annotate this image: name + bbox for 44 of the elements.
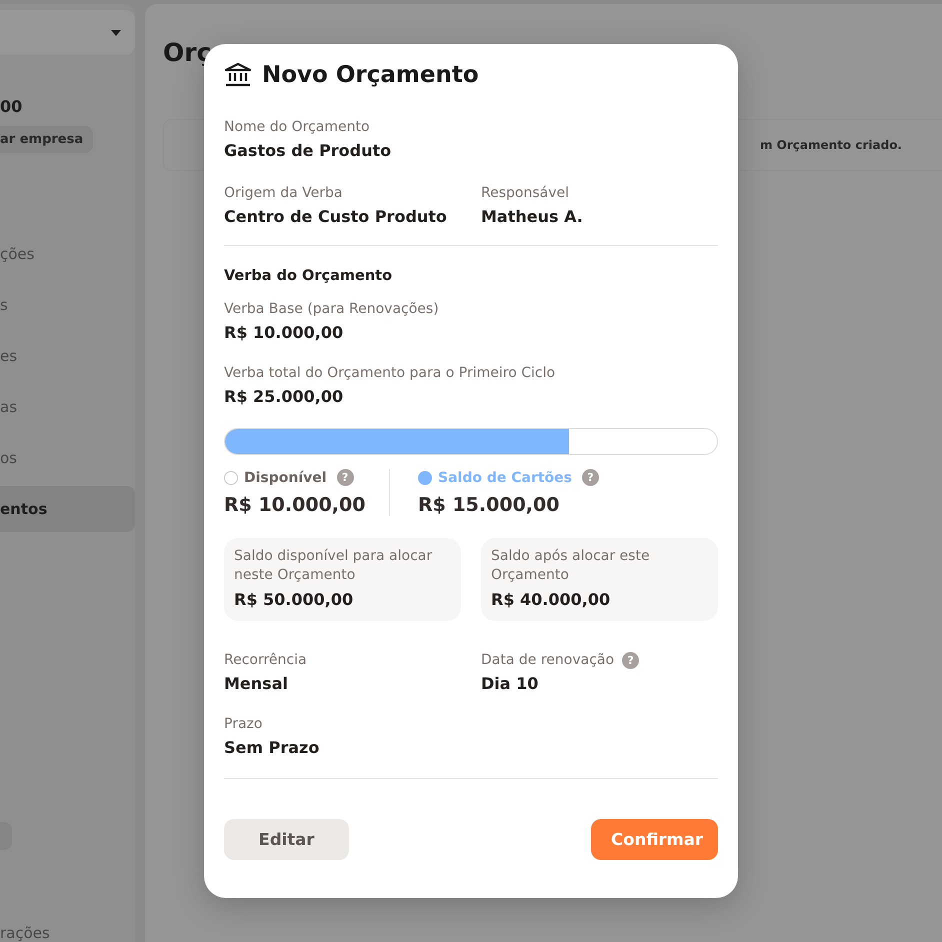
field-label: Nome do Orçamento <box>224 118 371 137</box>
field-value: R$ 25.000,00 <box>224 386 344 408</box>
nav-item[interactable]: es <box>0 333 135 380</box>
help-icon[interactable]: ? <box>582 469 599 486</box>
field-label: Verba Base (para Renovações) <box>224 300 440 319</box>
section-title: Verba do Orçamento <box>224 268 394 284</box>
nav-item[interactable]: as <box>0 384 135 430</box>
field-label: Prazo <box>224 715 264 734</box>
field-label: Responsável <box>481 184 570 203</box>
card-label: Saldo após alocar este Orçamento <box>491 547 651 585</box>
card-value: R$ 40.000,00 <box>491 589 612 611</box>
field-value: Sem Prazo <box>224 737 320 759</box>
field-value: Gastos de Produto <box>224 140 392 162</box>
notice-text: m Orçamento criado. <box>760 138 902 152</box>
bank-icon <box>224 62 252 88</box>
field-label: Data de renovação <box>481 651 614 670</box>
card-label: Saldo disponível para alocar neste Orçamento <box>234 547 434 585</box>
caret-icon <box>111 30 121 36</box>
field-value: R$ 10.000,00 <box>224 322 344 344</box>
nav-item[interactable]: ções <box>0 231 135 278</box>
legend-amount: R$ 10.000,00 <box>224 494 366 516</box>
field-value: Mensal <box>224 673 289 695</box>
card-value: R$ 50.000,00 <box>234 589 354 611</box>
legend-label: Disponível <box>244 470 327 486</box>
field-value: Dia 10 <box>481 673 540 695</box>
modal-title: Novo Orçamento <box>262 62 479 88</box>
company-select[interactable] <box>0 10 135 56</box>
field-label: Verba total do Orçamento para o Primeiro Ciclo <box>224 364 556 383</box>
legend-label: Saldo de Cartões <box>438 470 572 486</box>
edit-button[interactable]: Editar <box>224 819 349 860</box>
field-label: Recorrência <box>224 651 307 670</box>
legend-amount: R$ 15.000,00 <box>418 494 560 516</box>
help-icon[interactable]: ? <box>336 469 354 486</box>
help-icon[interactable]: ? <box>622 652 640 669</box>
company-value: 00 <box>0 97 24 116</box>
field-value: Centro de Custo Produto <box>224 206 448 228</box>
field-label: Origem da Verba <box>224 184 344 203</box>
company-button[interactable]: ar empresa <box>0 126 94 154</box>
field-value: Matheus A. <box>481 206 584 228</box>
nav-item[interactable]: s <box>0 282 135 328</box>
confirm-button[interactable]: Confirmar <box>591 819 718 860</box>
nav-item[interactable]: os <box>0 435 135 482</box>
nav-item[interactable]: entos <box>0 486 135 532</box>
nav-item[interactable]: rações <box>0 924 135 942</box>
